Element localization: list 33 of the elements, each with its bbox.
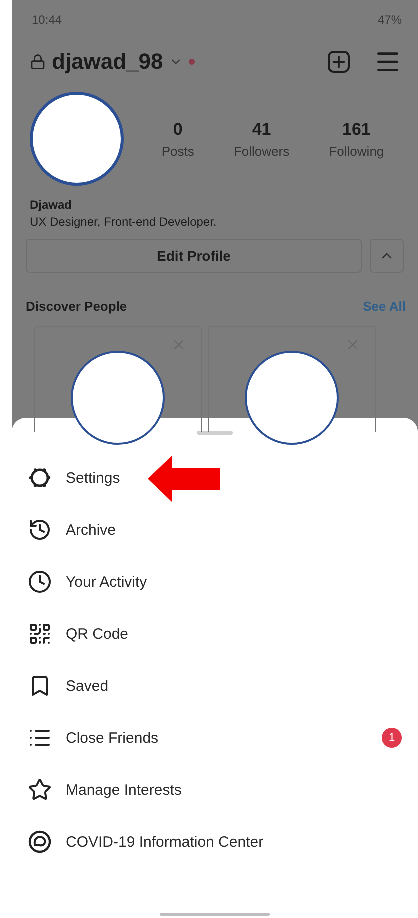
stat-value: 0 [173,120,183,140]
menu-item[interactable]: Your Activity [66,574,148,590]
drag-handle[interactable] [197,431,233,435]
history-icon [28,518,52,542]
qr-code-icon [28,622,52,646]
profile-bio: UX Designer, Front-end Developer. [29,214,218,229]
lock-icon [30,54,46,70]
stat-label: Posts [162,144,194,158]
star-icon [28,778,52,802]
menu-item[interactable]: COVID-19 Information Center [66,834,264,850]
stat-value: 41 [252,120,272,140]
new-post-button[interactable] [328,51,350,73]
menu-item[interactable]: Saved [66,678,109,694]
profile-name: Djawad [29,197,74,212]
stat-value: 161 [342,120,371,140]
menu-item[interactable]: Settings [66,470,120,486]
status-time: 10:44 [32,13,62,27]
settings-icon [28,466,52,490]
menu-item[interactable]: Archive [66,522,116,538]
stat-label: Followers [234,144,290,158]
stat-label: Following [329,144,384,158]
battery-level: 47% [378,13,402,27]
notification-badge: 1 [382,728,402,748]
menu-item[interactable]: QR Code [66,626,129,642]
menu-item[interactable]: Manage Interests [66,782,182,798]
suggestions-toggle-button[interactable] [370,239,404,273]
edit-profile-button[interactable]: Edit Profile [26,239,362,273]
username[interactable]: djawad_98 [52,49,164,75]
section-title: Discover People [26,299,128,314]
clock-icon [28,570,52,594]
speech-bubble-icon [28,830,52,854]
menu-item[interactable]: Close Friends [66,730,159,746]
plus-icon [330,53,348,71]
